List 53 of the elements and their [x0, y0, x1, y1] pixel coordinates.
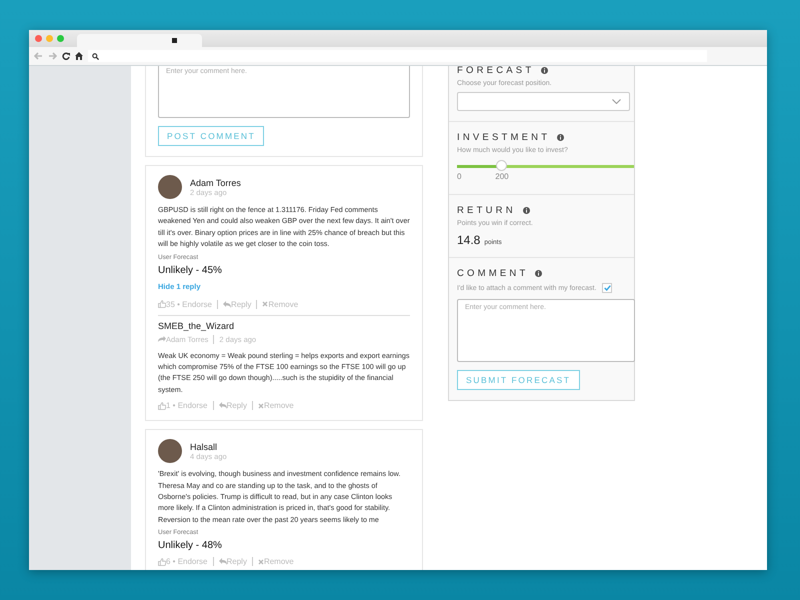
remove-link[interactable]: Remove: [262, 300, 298, 309]
browser-tab[interactable]: [77, 34, 202, 47]
chevron-down-icon: [612, 99, 621, 104]
x-icon: [258, 402, 264, 409]
x-icon: [258, 558, 264, 565]
reply-arrow-icon: [218, 558, 226, 566]
reload-icon[interactable]: [62, 52, 70, 60]
author-name: Adam Torres: [190, 178, 241, 188]
reply-link[interactable]: Reply: [218, 557, 247, 566]
forecast-value: Unlikely - 48%: [158, 540, 223, 552]
back-icon[interactable]: [34, 52, 43, 60]
checkbox[interactable]: [602, 283, 612, 293]
minimize-window-icon[interactable]: [46, 35, 53, 42]
endorse-link[interactable]: 1 • Endorse: [158, 401, 208, 410]
remove-link[interactable]: Remove: [258, 401, 294, 410]
remove-link[interactable]: Remove: [258, 557, 294, 566]
author-name: Halsall: [190, 442, 218, 452]
info-icon: [557, 134, 564, 141]
thumbs-up-icon: [158, 402, 166, 410]
slider-min-label: 0: [457, 172, 462, 181]
author-name: SMEB_the_Wizard: [158, 320, 236, 331]
share-arrow-icon: [158, 336, 166, 342]
avatar: [158, 175, 182, 199]
slider-value-label: 200: [495, 172, 509, 181]
address-bar[interactable]: [88, 50, 707, 62]
post-comment-button[interactable]: POST COMMENT: [158, 126, 264, 146]
endorse-link[interactable]: 6 • Endorse: [158, 557, 208, 566]
x-icon: [262, 301, 268, 308]
search-icon: [92, 52, 99, 60]
avatar: [158, 439, 182, 464]
reply-link[interactable]: Reply: [222, 300, 252, 309]
endorse-link[interactable]: 35 • Endorse: [158, 300, 212, 309]
close-tab-icon[interactable]: [172, 38, 177, 43]
reply-arrow-icon: [218, 402, 226, 410]
thumbs-up-icon: [158, 558, 166, 566]
submit-forecast-button[interactable]: SUBMIT FORECAST: [457, 370, 580, 390]
forecast-value: Unlikely - 45%: [158, 264, 223, 276]
thumbs-up-icon: [158, 300, 166, 308]
reply-arrow-icon: [222, 300, 231, 308]
forward-icon[interactable]: [48, 52, 57, 60]
reply-link[interactable]: Reply: [218, 401, 247, 410]
forecast-dropdown[interactable]: [457, 92, 630, 111]
return-value: 14.8: [457, 233, 480, 247]
info-icon: [535, 270, 542, 277]
section-title: INVESTMENT: [457, 132, 550, 143]
close-window-icon[interactable]: [35, 35, 42, 42]
zoom-window-icon[interactable]: [57, 35, 64, 42]
slider-thumb[interactable]: [496, 160, 508, 171]
section-title: COMMENT: [457, 268, 528, 279]
info-icon: [522, 207, 530, 214]
section-title: FORECAST: [457, 66, 534, 76]
home-icon[interactable]: [75, 52, 83, 60]
section-title: RETURN: [457, 205, 516, 216]
